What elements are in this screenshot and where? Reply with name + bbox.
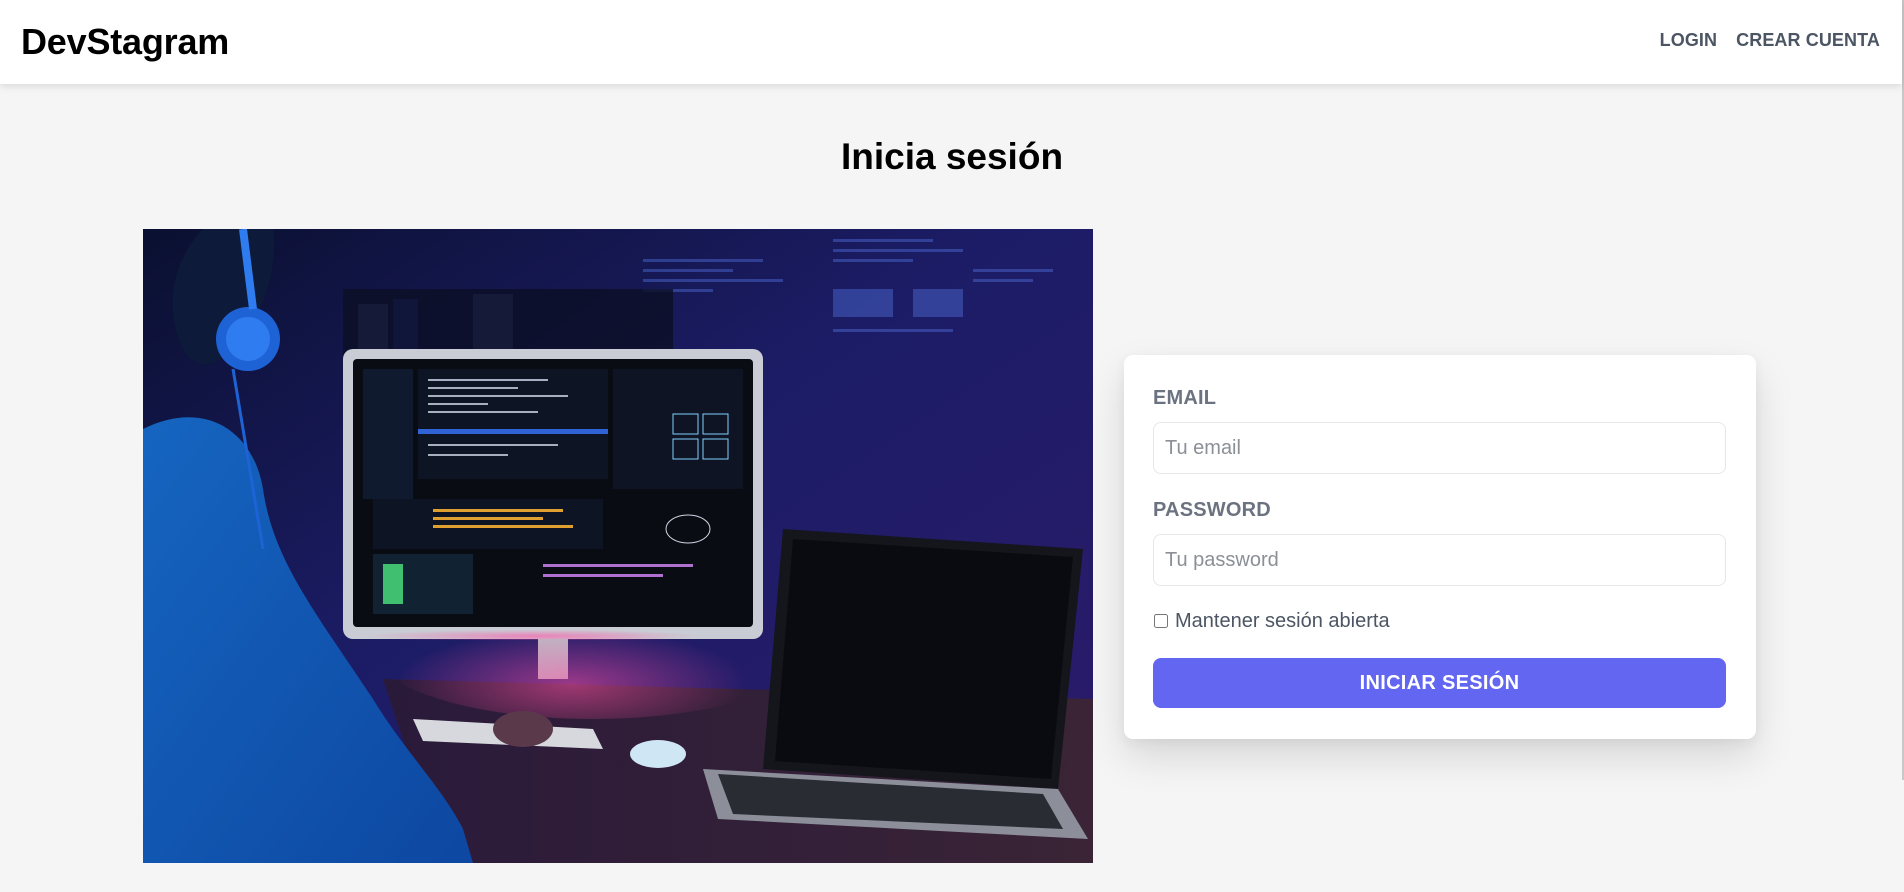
password-label: PASSWORD — [1153, 499, 1271, 521]
remember-label[interactable]: Mantener sesión abierta — [1175, 610, 1390, 633]
brand-logo[interactable]: DevStagram — [21, 24, 229, 60]
header-nav: LOGIN CREAR CUENTA — [1660, 30, 1880, 51]
create-account-link[interactable]: CREAR CUENTA — [1736, 30, 1880, 51]
password-input[interactable] — [1153, 534, 1726, 586]
email-input[interactable] — [1153, 422, 1726, 474]
login-link[interactable]: LOGIN — [1660, 30, 1718, 51]
remember-checkbox[interactable] — [1154, 614, 1168, 628]
email-label: EMAIL — [1153, 387, 1217, 409]
remember-row: Mantener sesión abierta — [1153, 610, 1726, 632]
login-card: EMAIL PASSWORD Mantener sesión abierta I… — [1124, 355, 1756, 739]
site-header: DevStagram LOGIN CREAR CUENTA — [0, 0, 1902, 84]
login-hero-image — [143, 229, 1093, 863]
page-title: Inicia sesión — [840, 136, 1064, 177]
login-submit-button[interactable]: INICIAR SESIÓN — [1153, 658, 1726, 708]
